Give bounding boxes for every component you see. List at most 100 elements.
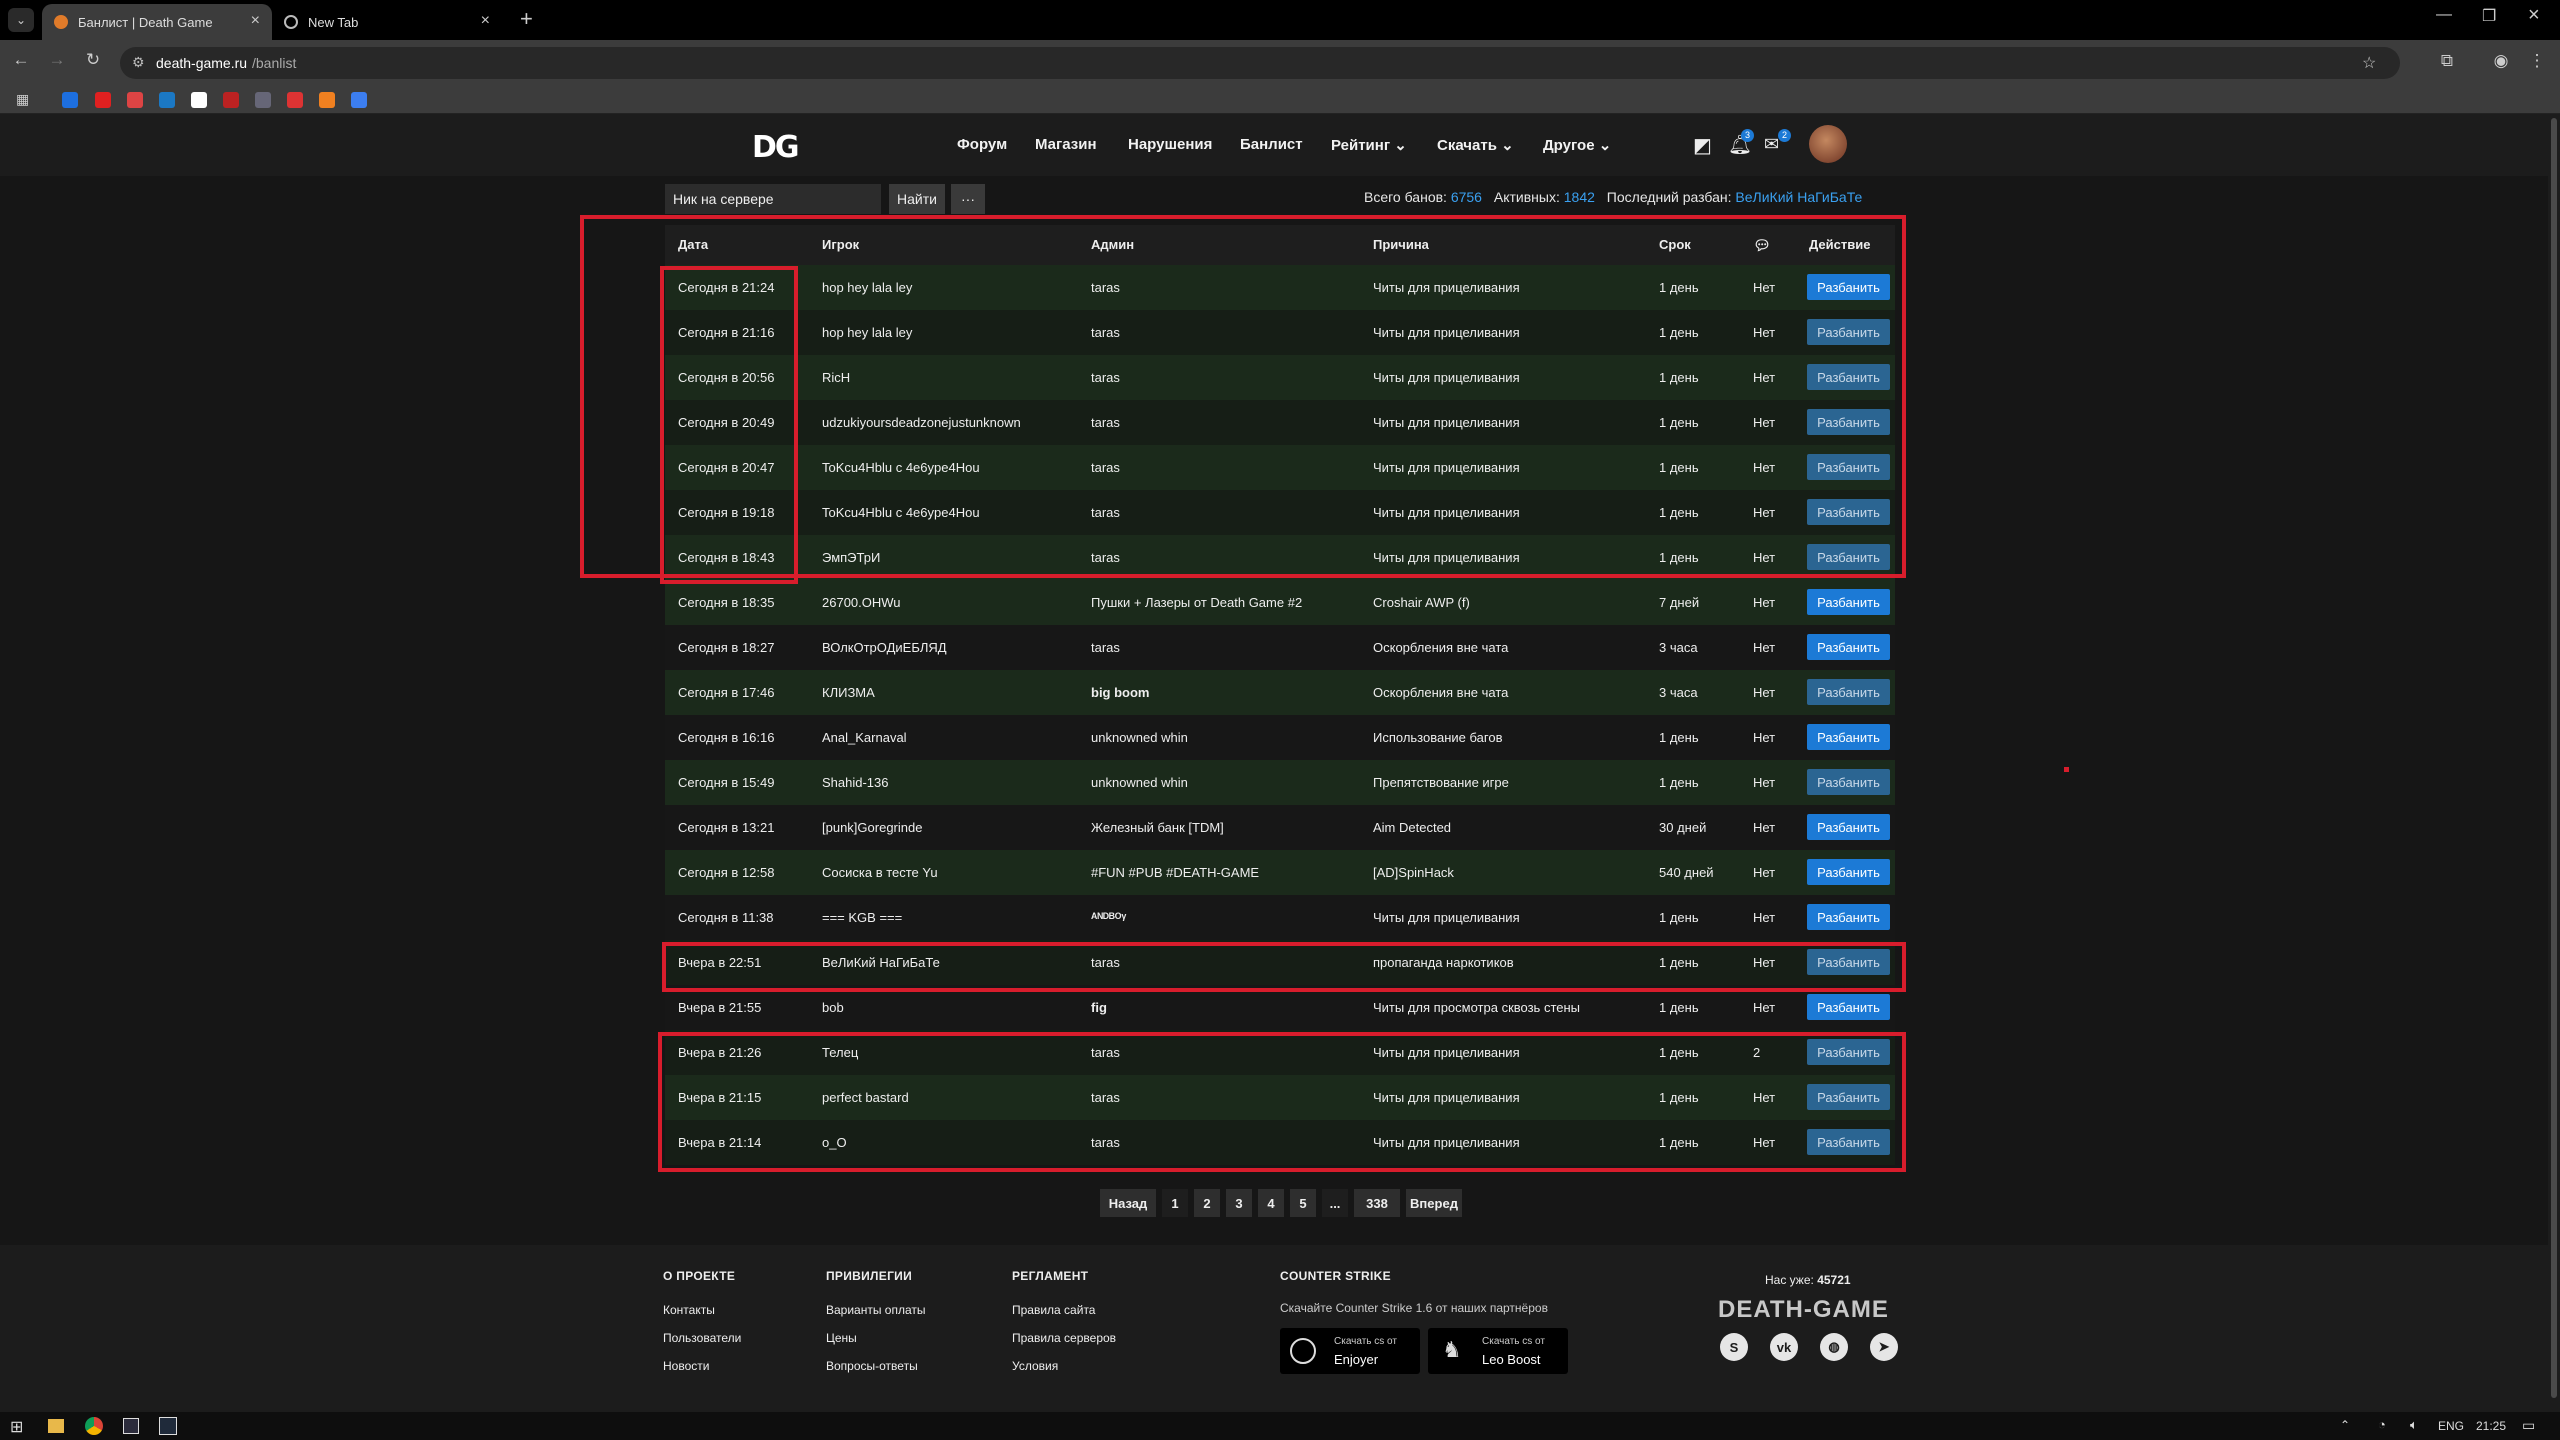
cell-player[interactable]: Anal_Karnaval — [822, 730, 907, 745]
unban-button[interactable]: Разбанить — [1807, 859, 1890, 885]
restore-button[interactable]: ❐ — [2482, 6, 2496, 26]
app-icon[interactable] — [123, 1418, 139, 1434]
bookmark-icon[interactable] — [287, 92, 303, 108]
cell-player[interactable]: Сосиска в тесте Yu — [822, 865, 938, 880]
cell-admin[interactable]: unknowned whin — [1091, 730, 1188, 745]
footer-link-contacts[interactable]: Контакты — [663, 1303, 715, 1317]
steam-bookmark-icon[interactable] — [159, 92, 175, 108]
tray-chevron-icon[interactable]: ⌃ — [2340, 1418, 2350, 1432]
site-info-icon[interactable]: ⚙ — [132, 54, 145, 71]
nav-rating[interactable]: Рейтинг ⌄ — [1331, 136, 1407, 154]
tab-new-tab[interactable]: New Tab × — [272, 4, 502, 40]
last-unban-link[interactable]: ВеЛиКий НаГиБаТе — [1735, 189, 1862, 205]
footer-link-news[interactable]: Новости — [663, 1359, 709, 1373]
unban-button[interactable]: Разбанить — [1807, 679, 1890, 705]
vk-icon[interactable]: vk — [1770, 1333, 1798, 1361]
page-2-button[interactable]: 2 — [1194, 1189, 1220, 1217]
cell-admin[interactable]: big boom — [1091, 685, 1150, 700]
telegram-icon[interactable]: ➤ — [1870, 1333, 1898, 1361]
cell-admin[interactable]: #FUN #PUB #DEATH-GAME — [1091, 865, 1259, 880]
cell-admin[interactable]: ᴬᴺᴰᴮᴼᵞ — [1091, 910, 1126, 925]
prev-page-button[interactable]: Назад — [1100, 1189, 1156, 1217]
search-button[interactable]: Найти — [889, 184, 945, 214]
unban-button[interactable]: Разбанить — [1807, 814, 1890, 840]
notifications-icon[interactable]: ▭ — [2522, 1417, 2535, 1434]
menu-icon[interactable]: ⋮ — [2526, 51, 2548, 71]
unban-button[interactable]: Разбанить — [1807, 994, 1890, 1020]
bookmark-icon[interactable] — [223, 92, 239, 108]
nav-download[interactable]: Скачать ⌄ — [1437, 136, 1514, 154]
profile-icon[interactable]: ◉ — [2490, 51, 2512, 71]
close-tab-icon[interactable]: × — [251, 12, 260, 30]
forward-icon[interactable]: → — [46, 50, 68, 70]
cell-admin[interactable]: Пушки + Лазеры от Death Game #2 — [1091, 595, 1302, 610]
site-logo[interactable]: DG — [752, 130, 800, 165]
cell-player[interactable]: Shahid-136 — [822, 775, 889, 790]
cell-player[interactable]: 26700.OHWu — [822, 595, 901, 610]
bookmark-icon[interactable] — [255, 92, 271, 108]
theme-toggle-icon[interactable]: ◩ — [1693, 133, 1712, 158]
steam-icon[interactable]: S — [1720, 1333, 1748, 1361]
page-4-button[interactable]: 4 — [1258, 1189, 1284, 1217]
unban-button[interactable]: Разбанить — [1807, 634, 1890, 660]
unban-button[interactable]: Разбанить — [1807, 589, 1890, 615]
nav-shop[interactable]: Магазин — [1035, 136, 1097, 153]
clock[interactable]: 21:25 — [2476, 1419, 2506, 1433]
tab-search-button[interactable]: ⌄ — [8, 8, 34, 32]
footer-link-server-rules[interactable]: Правила серверов — [1012, 1331, 1116, 1345]
footer-link-users[interactable]: Пользователи — [663, 1331, 741, 1345]
cell-player[interactable]: ВОлкОтрОДиЕБЛЯД — [822, 640, 947, 655]
new-tab-button[interactable]: + — [520, 6, 533, 32]
more-options-button[interactable]: ··· — [951, 184, 985, 214]
page-1-button[interactable]: 1 — [1162, 1189, 1188, 1217]
youtube-icon[interactable] — [95, 92, 111, 108]
minimize-button[interactable]: — — [2436, 6, 2452, 24]
bookmark-star-icon[interactable]: ☆ — [2362, 53, 2376, 73]
cell-player[interactable]: === KGB === — [822, 910, 902, 925]
next-page-button[interactable]: Вперед — [1406, 1189, 1462, 1217]
download-leoboost-button[interactable]: ♞ Скачать сs от Leo Boost — [1428, 1328, 1568, 1374]
address-bar[interactable]: ⚙ death-game.ru /banlist ☆ — [120, 47, 2400, 79]
apps-grid-icon[interactable]: ▦ — [16, 91, 29, 108]
network-icon[interactable]: ◔ — [2378, 1417, 2386, 1432]
unban-button[interactable]: Разбанить — [1807, 904, 1890, 930]
cell-player[interactable]: КЛИЗМА — [822, 685, 875, 700]
cell-player[interactable]: [punk]Goregrinde — [822, 820, 922, 835]
page-338-button[interactable]: 338 — [1354, 1189, 1400, 1217]
cell-admin[interactable]: taras — [1091, 640, 1120, 655]
scrollbar-thumb[interactable] — [2551, 118, 2557, 1398]
avatar[interactable] — [1809, 125, 1847, 163]
cell-admin[interactable]: fig — [1091, 1000, 1107, 1015]
nav-forum[interactable]: Форум — [957, 136, 1007, 153]
volume-icon[interactable]: 🔈︎ — [2410, 1417, 2418, 1433]
footer-link-prices[interactable]: Цены — [826, 1331, 857, 1345]
discord-icon[interactable]: ◍ — [1820, 1333, 1848, 1361]
download-enjoyer-button[interactable]: Скачать сs от Enjoyer — [1280, 1328, 1420, 1374]
bookmark-icon[interactable] — [191, 92, 207, 108]
footer-link-site-rules[interactable]: Правила сайта — [1012, 1303, 1095, 1317]
cell-admin[interactable]: unknowned whin — [1091, 775, 1188, 790]
footer-link-terms[interactable]: Условия — [1012, 1359, 1058, 1373]
file-explorer-icon[interactable] — [48, 1419, 64, 1433]
footer-link-faq[interactable]: Вопросы-ответы — [826, 1359, 918, 1373]
footer-link-payment[interactable]: Варианты оплаты — [826, 1303, 926, 1317]
docs-icon[interactable] — [351, 92, 367, 108]
unban-button[interactable]: Разбанить — [1807, 724, 1890, 750]
nick-search-input[interactable]: Ник на сервере — [665, 184, 881, 214]
gmail-icon[interactable] — [127, 92, 143, 108]
bookmark-icon[interactable] — [62, 92, 78, 108]
back-icon[interactable]: ← — [10, 50, 32, 70]
bookmark-icon[interactable] — [319, 92, 335, 108]
page-3-button[interactable]: 3 — [1226, 1189, 1252, 1217]
nav-other[interactable]: Другое ⌄ — [1543, 136, 1611, 154]
close-tab-icon[interactable]: × — [481, 12, 490, 30]
nav-violations[interactable]: Нарушения — [1128, 136, 1212, 153]
cell-admin[interactable]: Железный банк [TDM] — [1091, 820, 1224, 835]
page-5-button[interactable]: 5 — [1290, 1189, 1316, 1217]
start-icon[interactable]: ⊞ — [10, 1417, 23, 1437]
extensions-icon[interactable]: ⧉ — [2436, 51, 2458, 71]
unban-button[interactable]: Разбанить — [1807, 769, 1890, 795]
mail-icon[interactable]: ✉ — [1764, 134, 1779, 155]
nav-banlist[interactable]: Банлист — [1240, 136, 1303, 153]
reload-icon[interactable]: ↻ — [82, 50, 104, 70]
